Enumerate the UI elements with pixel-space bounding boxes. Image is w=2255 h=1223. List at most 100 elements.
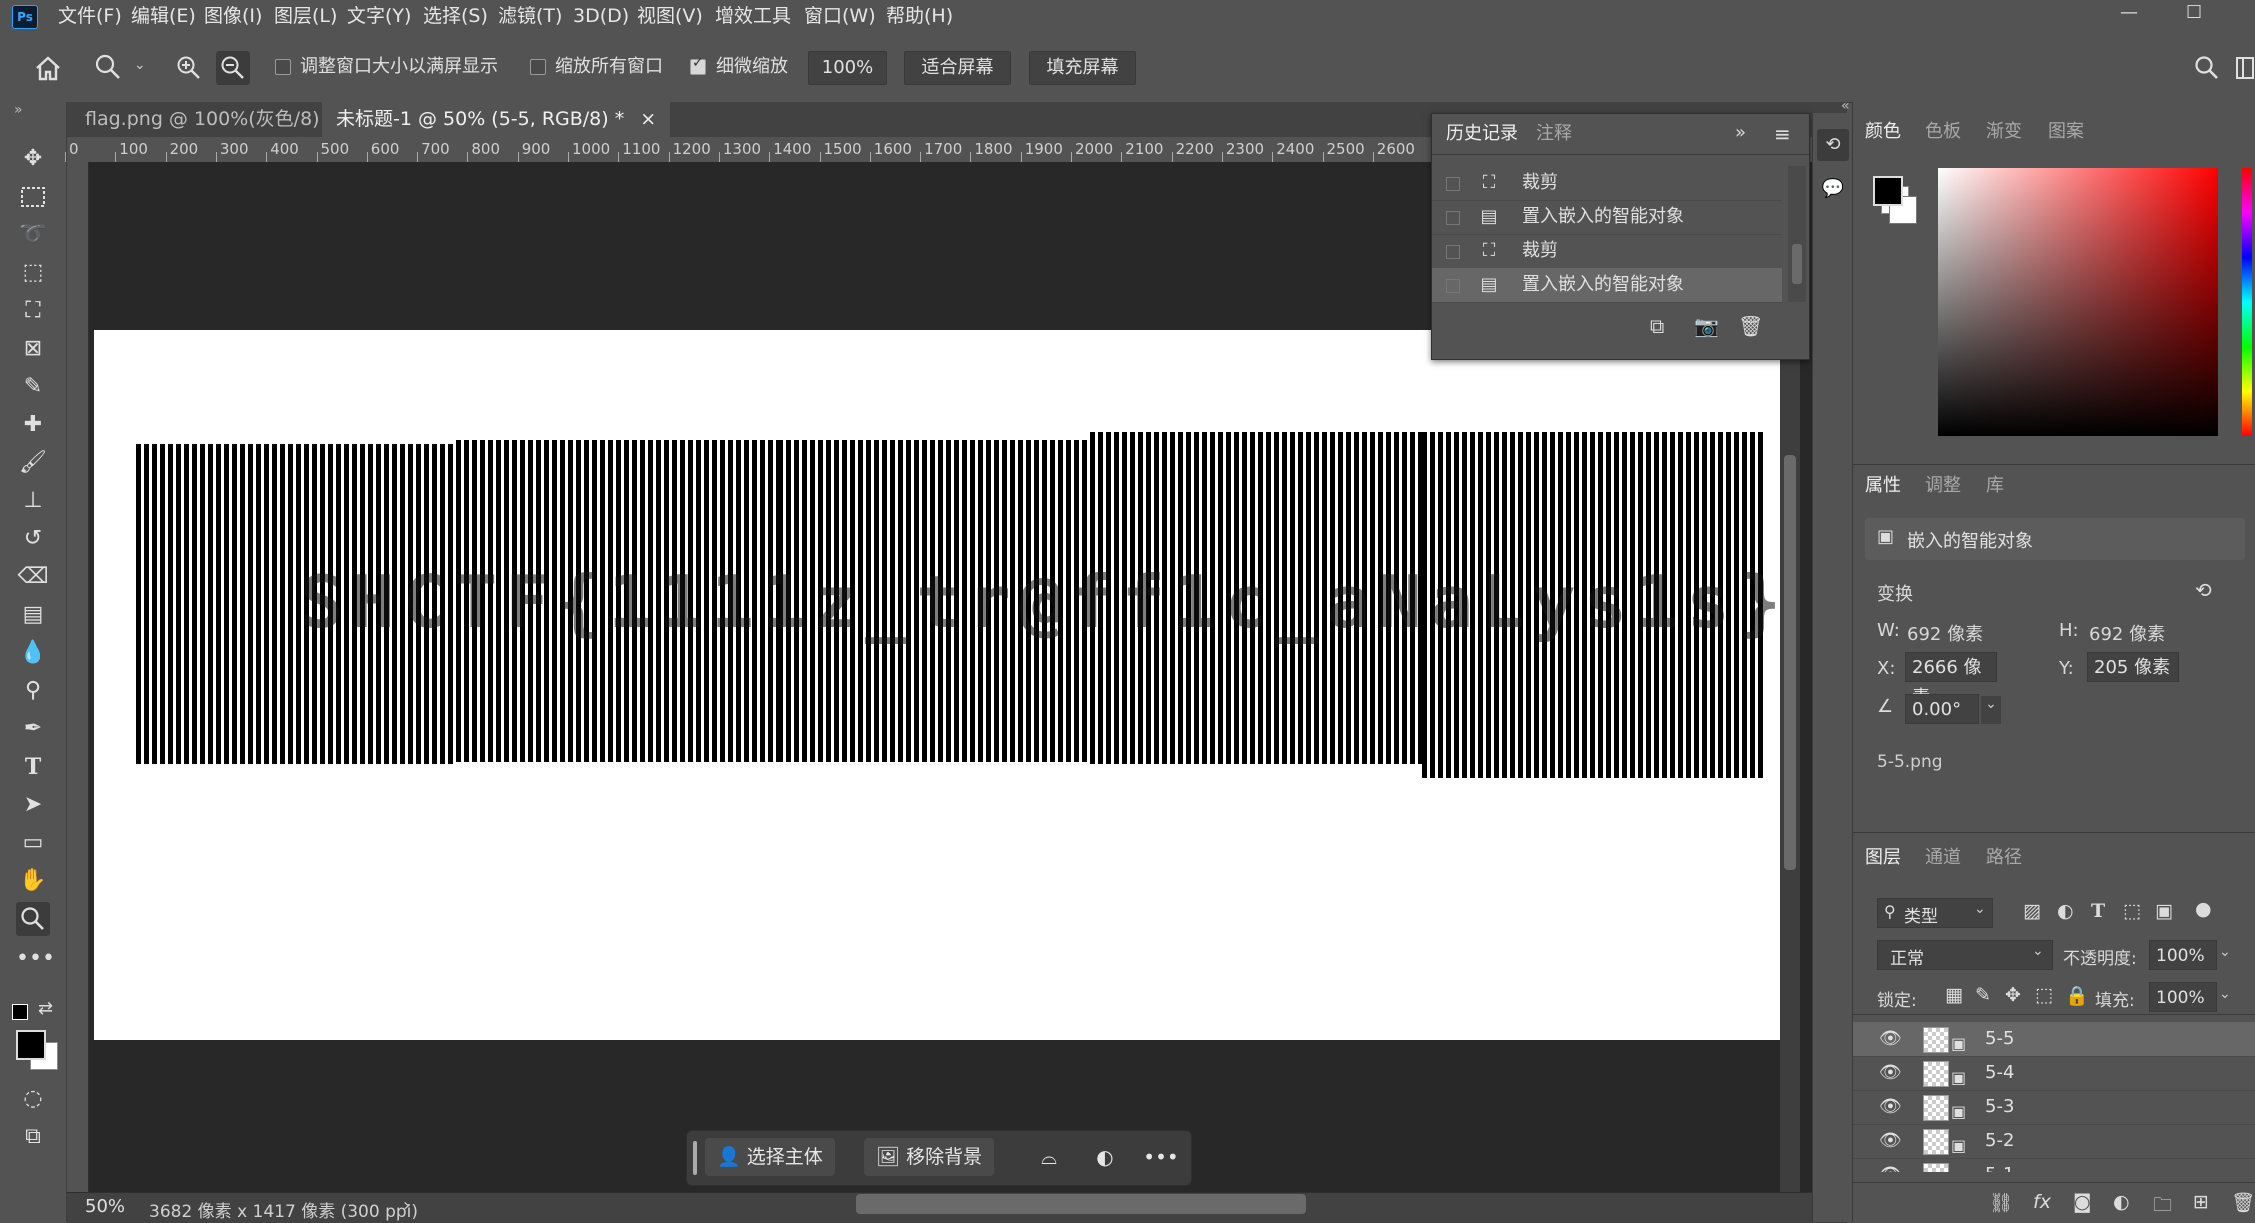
object-selection-tool-icon[interactable]: ⬚: [16, 256, 50, 290]
menu-3d[interactable]: 3D(D): [573, 0, 629, 33]
zoom-out-button[interactable]: [216, 51, 250, 85]
new-layer-icon[interactable]: ⊞: [2193, 1191, 2209, 1213]
screen-mode-icon[interactable]: ⧉: [16, 1120, 50, 1154]
chevron-down-icon[interactable]: ⌄: [2219, 986, 2231, 1002]
x-position-field[interactable]: 2666 像素: [1905, 652, 1997, 708]
scrubby-zoom-checkbox[interactable]: [690, 55, 706, 75]
swap-colors-icon[interactable]: ⇄: [38, 998, 53, 1019]
zoom-value-field[interactable]: 100%: [808, 51, 887, 85]
chevron-down-icon[interactable]: ⌄: [1981, 696, 2001, 724]
filter-smart-object-icon[interactable]: ▣: [2155, 900, 2173, 922]
hue-slider[interactable]: [2242, 168, 2252, 436]
panel-menu-icon[interactable]: ≡: [1774, 122, 1791, 146]
add-mask-icon[interactable]: ◙: [2073, 1191, 2091, 1213]
angle-field[interactable]: 0.00°: [1905, 694, 1979, 724]
lock-position-icon[interactable]: ✥: [2005, 984, 2021, 1006]
tab-pattern[interactable]: 图案: [2036, 112, 2096, 152]
marquee-tool-icon[interactable]: [16, 180, 50, 214]
y-position-field[interactable]: 205 像素: [2087, 652, 2179, 682]
height-value[interactable]: 692 像素: [2089, 620, 2165, 646]
frame-tool-icon[interactable]: ⊠: [16, 332, 50, 366]
group-folder-icon[interactable]: 🗀: [2153, 1191, 2172, 1223]
hand-tool-icon[interactable]: ✋: [16, 864, 50, 898]
history-item[interactable]: ⛶ 裁剪: [1432, 166, 1782, 201]
history-brush-tool-icon[interactable]: ↺: [16, 522, 50, 556]
quick-mask-icon[interactable]: ◌: [16, 1082, 50, 1116]
zoom-level[interactable]: 50%: [85, 1196, 125, 1217]
menu-layer[interactable]: 图层(L): [274, 0, 337, 33]
layer-name[interactable]: 5-3: [1985, 1090, 2014, 1124]
eraser-tool-icon[interactable]: ⌫: [16, 560, 50, 594]
fill-field[interactable]: 100%: [2149, 982, 2217, 1012]
comments-icon[interactable]: 💬: [1817, 173, 1849, 205]
history-item-selected[interactable]: ▤ 置入嵌入的智能对象: [1432, 268, 1782, 303]
vertical-scroll-thumb[interactable]: [1784, 455, 1796, 870]
menu-file[interactable]: 文件(F): [58, 0, 122, 33]
transform-icon[interactable]: ⌓: [1031, 1139, 1067, 1175]
brush-tool-icon[interactable]: 🖌: [16, 446, 50, 480]
more-tools-icon[interactable]: •••: [16, 942, 55, 976]
zoom-tool-active-icon[interactable]: [16, 902, 50, 936]
blur-tool-icon[interactable]: 💧: [16, 636, 50, 670]
blend-mode-select[interactable]: 正常 ⌄: [1877, 940, 2053, 970]
visibility-eye-icon[interactable]: 👁: [1879, 1090, 1902, 1124]
menu-image[interactable]: 图像(I): [204, 0, 262, 33]
visibility-eye-icon[interactable]: 👁: [1879, 1158, 1902, 1172]
adjustment-layer-icon[interactable]: ◐: [2113, 1191, 2130, 1213]
tab-layers[interactable]: 图层: [1853, 838, 1913, 878]
history-item[interactable]: ⛶ 裁剪: [1432, 234, 1782, 269]
status-menu-arrow[interactable]: ›: [403, 1195, 410, 1216]
layer-row[interactable]: 👁 ▣ 5-1: [1853, 1158, 2255, 1172]
collapse-dock-icon[interactable]: «: [1841, 98, 1850, 114]
opacity-field[interactable]: 100%: [2149, 940, 2217, 970]
color-field[interactable]: [1938, 168, 2218, 436]
home-icon[interactable]: [34, 55, 62, 81]
tab-channels[interactable]: 通道: [1913, 838, 1973, 878]
visibility-eye-icon[interactable]: 👁: [1879, 1022, 1902, 1056]
layer-row-partial[interactable]: 👁 ▣ 5-1: [1853, 1158, 2255, 1172]
delete-layer-icon[interactable]: 🗑: [2231, 1191, 2255, 1214]
more-options-icon[interactable]: •••: [1143, 1139, 1179, 1175]
menu-help[interactable]: 帮助(H): [886, 0, 953, 33]
filter-pixel-icon[interactable]: ▨: [2023, 900, 2041, 922]
layer-row[interactable]: 👁 ▣ 5-3: [1853, 1090, 2255, 1125]
drag-handle[interactable]: [693, 1141, 697, 1175]
menu-view[interactable]: 视图(V): [637, 0, 703, 33]
document-info[interactable]: 3682 像素 x 1417 像素 (300 ppi): [149, 1197, 418, 1222]
camera-icon[interactable]: 📷: [1694, 314, 1719, 338]
zoom-tool-icon[interactable]: [94, 53, 122, 81]
path-selection-tool-icon[interactable]: ➤: [16, 788, 50, 822]
tab-paths[interactable]: 路径: [1974, 838, 2034, 878]
mask-icon[interactable]: ◐: [1087, 1139, 1123, 1175]
menu-filter[interactable]: 滤镜(T): [498, 0, 562, 33]
tab-color[interactable]: 颜色: [1853, 112, 1913, 152]
trash-icon[interactable]: 🗑: [1738, 314, 1763, 338]
rectangle-tool-icon[interactable]: ▭: [16, 826, 50, 860]
eyedropper-tool-icon[interactable]: ✎: [16, 370, 50, 404]
layer-row[interactable]: 👁 ▣ 5-2: [1853, 1124, 2255, 1159]
menu-plugins[interactable]: 增效工具: [715, 0, 791, 33]
foreground-color-swatch[interactable]: [16, 1030, 46, 1060]
layer-name[interactable]: 5-1: [1985, 1158, 2014, 1172]
lock-image-icon[interactable]: ✎: [1975, 984, 1991, 1006]
lock-transparent-icon[interactable]: ▦: [1945, 984, 1963, 1006]
tab-history[interactable]: 历史记录: [1434, 114, 1530, 156]
fx-icon[interactable]: fx: [2033, 1191, 2051, 1213]
lasso-tool-icon[interactable]: ➰: [16, 218, 50, 252]
lock-artboard-icon[interactable]: ⬚: [2035, 984, 2053, 1006]
select-subject-button[interactable]: 👤 选择主体: [705, 1138, 835, 1176]
reset-transform-icon[interactable]: ⟲: [2195, 578, 2212, 602]
layer-row[interactable]: 👁 ▣ 5-4: [1853, 1056, 2255, 1091]
tab-libraries[interactable]: 库: [1974, 466, 2016, 506]
filter-type-icon[interactable]: T: [2091, 900, 2105, 922]
fit-window-checkbox[interactable]: [275, 59, 291, 75]
zoom-all-checkbox[interactable]: [530, 59, 546, 75]
type-tool-icon[interactable]: T: [16, 750, 50, 784]
tab-gradient[interactable]: 渐变: [1974, 112, 2034, 152]
filter-toggle-icon[interactable]: ●: [2195, 898, 2212, 920]
layer-name[interactable]: 5-2: [1985, 1124, 2014, 1158]
link-layers-icon[interactable]: ⛓: [1989, 1191, 2013, 1214]
history-scroll-thumb[interactable]: [1792, 244, 1802, 284]
tab-notes[interactable]: 注释: [1524, 114, 1584, 154]
snapshot-checkbox[interactable]: [1446, 211, 1460, 225]
